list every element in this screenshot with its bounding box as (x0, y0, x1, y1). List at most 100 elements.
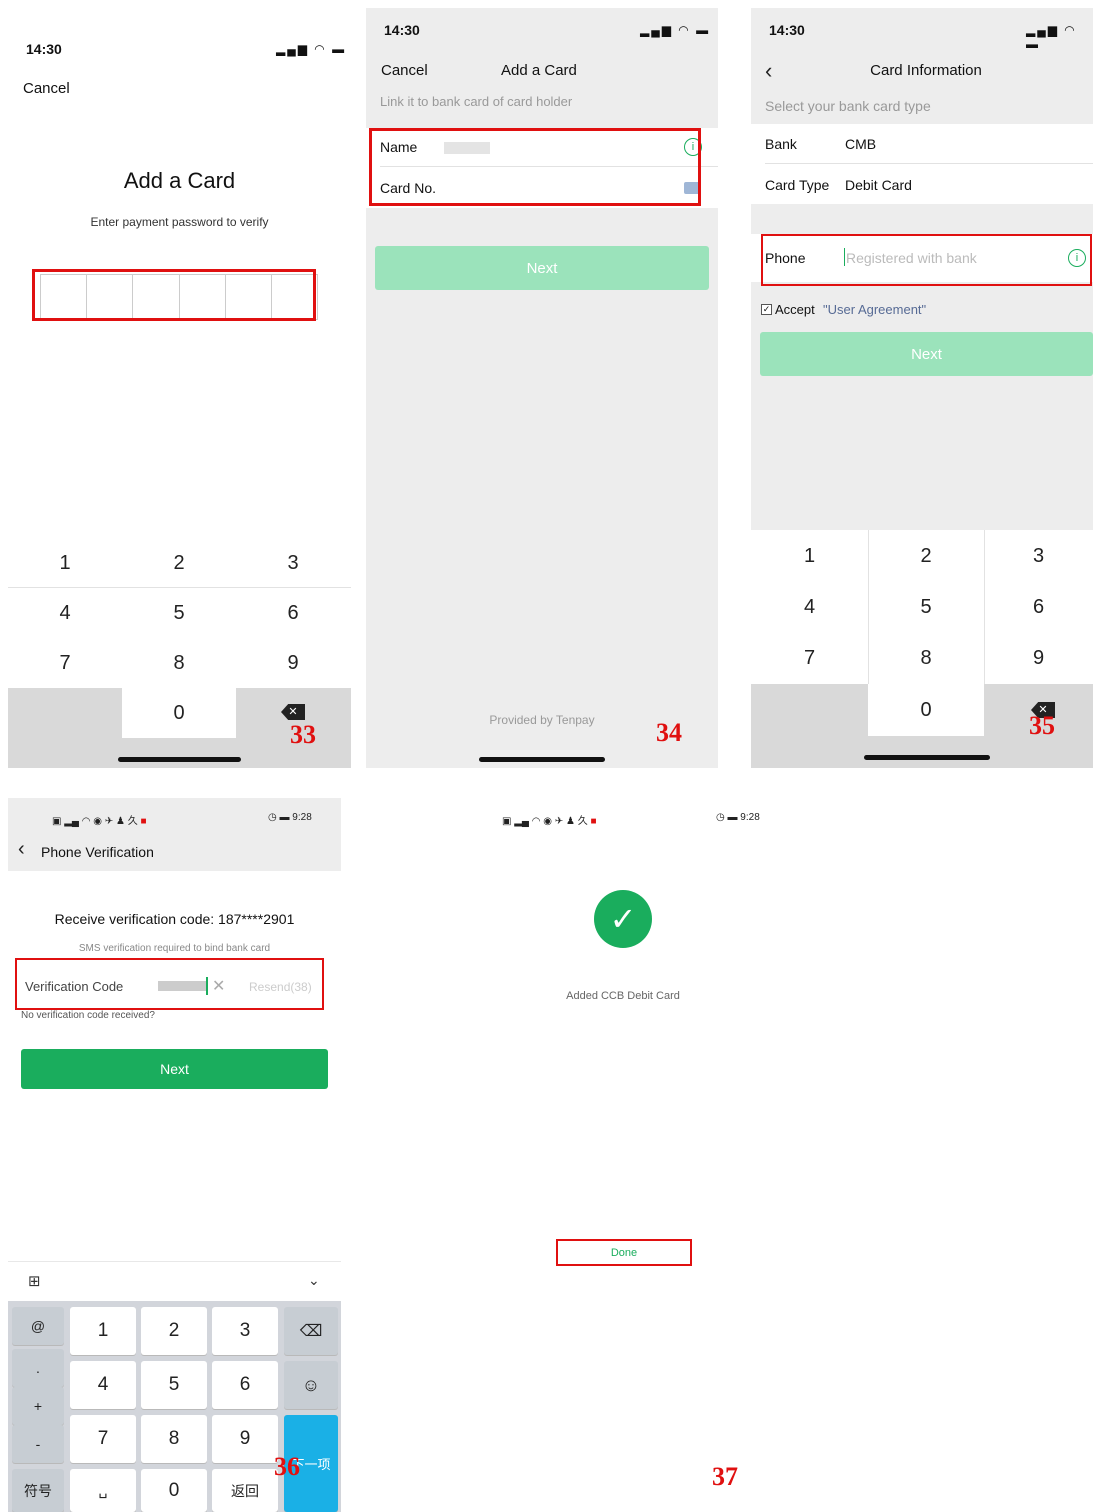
card-type-value: Debit Card (845, 177, 912, 193)
key-9[interactable]: 9 (212, 1415, 278, 1463)
cancel-button[interactable]: Cancel (381, 62, 428, 79)
cancel-button[interactable]: Cancel (23, 80, 70, 97)
header-bar (8, 798, 341, 871)
key-return[interactable]: 返回 (212, 1469, 278, 1512)
next-button[interactable]: Next (21, 1049, 328, 1089)
keypad-blank-bottom (122, 738, 236, 768)
android-time-text: 9:28 (740, 812, 760, 823)
keypad-blank-left (8, 688, 122, 768)
status-icons: ▂▄▆ ◠ ▬ (1026, 23, 1077, 51)
user-agreement-link[interactable]: "User Agreement" (823, 302, 926, 317)
page-subtitle: Enter payment password to verify (90, 215, 269, 229)
status-icons: ▂▄▆ ◠ ▬ (640, 23, 711, 37)
android-status-icons: ▣ ▂▄ ◠ ◉ ✈ ♟ 久 ■ (502, 816, 597, 827)
app-badge-icon: ■ (590, 816, 597, 827)
key-3[interactable]: 3 (212, 1307, 278, 1355)
android-time-text: 9:28 (292, 812, 312, 823)
key-4[interactable]: 4 (751, 582, 868, 633)
key-0[interactable]: 0 (868, 684, 984, 736)
page-title: Add a Card (123, 168, 236, 193)
figure-number: 37 (712, 1462, 738, 1491)
key-0[interactable]: 0 (141, 1469, 207, 1512)
key-6[interactable]: 6 (212, 1361, 278, 1409)
backspace-icon[interactable]: ⌫ (284, 1307, 338, 1355)
key-5[interactable]: 5 (868, 582, 984, 633)
status-icons: ▂▄▆ ◠ ▬ (276, 42, 347, 56)
key-symbols[interactable]: 符号 (12, 1469, 64, 1512)
keyboard-toolbar (8, 1261, 341, 1302)
status-time: 14:30 (384, 22, 420, 38)
screen-35: 14:30 ▂▄▆ ◠ ▬ ‹ Card Information Select … (751, 8, 1093, 768)
key-3[interactable]: 3 (984, 530, 1093, 582)
receive-code-text: Receive verification code: 187****2901 (54, 911, 295, 927)
page-title: Card Information (870, 62, 982, 79)
key-2[interactable]: 2 (122, 538, 236, 588)
emoji-icon[interactable]: ☺ (284, 1361, 338, 1409)
figure-number: 33 (290, 720, 316, 749)
grid-icon[interactable]: ⊞ (28, 1272, 41, 1290)
key-9[interactable]: 9 (236, 638, 350, 688)
page-title: Phone Verification (41, 844, 154, 860)
keypad-blank-bottom (868, 736, 984, 768)
key-6[interactable]: 6 (984, 582, 1093, 633)
key-2[interactable]: 2 (141, 1307, 207, 1355)
key-6[interactable]: 6 (236, 588, 350, 638)
home-indicator (118, 757, 241, 762)
figure-number: 34 (656, 718, 682, 747)
key-8[interactable]: 8 (141, 1415, 207, 1463)
next-button[interactable]: Next (760, 332, 1093, 376)
back-chevron-icon[interactable]: ‹ (18, 838, 25, 861)
success-message: Added CCB Debit Card (566, 990, 680, 1002)
key-8[interactable]: 8 (122, 638, 236, 688)
app-badge-icon: ■ (140, 816, 147, 827)
highlight-box (32, 269, 316, 321)
key-7[interactable]: 7 (8, 638, 122, 688)
done-button[interactable]: Done (556, 1239, 692, 1266)
status-time: 14:30 (26, 41, 62, 57)
no-code-link[interactable]: No verification code received? (21, 1010, 155, 1021)
key-1[interactable]: 1 (70, 1307, 136, 1355)
key-plus[interactable]: + (12, 1387, 64, 1425)
page-title: Add a Card (501, 62, 577, 79)
screen-34: 14:30 ▂▄▆ ◠ ▬ Cancel Add a Card Link it … (366, 8, 718, 768)
key-7[interactable]: 7 (70, 1415, 136, 1463)
android-time: ◷ ▬ 9:28 (268, 812, 312, 823)
key-8[interactable]: 8 (868, 633, 984, 684)
key-dot[interactable]: . (12, 1349, 64, 1387)
success-check-icon: ✓ (594, 890, 652, 948)
key-at[interactable]: @ (12, 1307, 64, 1345)
key-2[interactable]: 2 (868, 530, 984, 582)
screen-33: 14:30 ▂▄▆ ◠ ▬ Cancel Add a Card Enter pa… (8, 8, 351, 768)
accept-checkbox[interactable]: ✓ (761, 304, 772, 315)
card-type-label: Card Type (765, 177, 830, 193)
figure-number: 35 (1029, 711, 1055, 740)
key-3[interactable]: 3 (236, 538, 350, 588)
keyboard-hide-icon[interactable]: ⌄ (308, 1272, 320, 1289)
key-5[interactable]: 5 (141, 1361, 207, 1409)
key-0[interactable]: 0 (122, 688, 236, 738)
key-minus[interactable]: - (12, 1425, 64, 1463)
key-space[interactable]: ␣ (70, 1469, 136, 1512)
highlight-box (761, 234, 1092, 286)
page-subtitle: Link it to bank card of card holder (380, 94, 573, 109)
page-subtitle: Select your bank card type (765, 98, 931, 114)
android-time: ◷ ▬ 9:28 (716, 812, 760, 823)
next-button[interactable]: Next (375, 246, 709, 290)
key-4[interactable]: 4 (8, 588, 122, 638)
bank-label: Bank (765, 136, 797, 152)
home-indicator (479, 757, 605, 762)
key-4[interactable]: 4 (70, 1361, 136, 1409)
status-time: 14:30 (769, 22, 805, 38)
key-1[interactable]: 1 (8, 538, 122, 588)
screen-37: ▣ ▂▄ ◠ ◉ ✈ ♟ 久 ■ ◷ ▬ 9:28 ✓ Added CCB De… (495, 798, 795, 1512)
highlight-box (369, 128, 701, 206)
key-7[interactable]: 7 (751, 633, 868, 684)
key-5[interactable]: 5 (122, 588, 236, 638)
bank-value: CMB (845, 136, 877, 152)
row-divider (765, 163, 1093, 164)
key-1[interactable]: 1 (751, 530, 868, 582)
key-9[interactable]: 9 (984, 633, 1093, 684)
accept-label: Accept (775, 302, 815, 317)
highlight-box (15, 958, 324, 1010)
sms-note: SMS verification required to bind bank c… (78, 943, 271, 954)
